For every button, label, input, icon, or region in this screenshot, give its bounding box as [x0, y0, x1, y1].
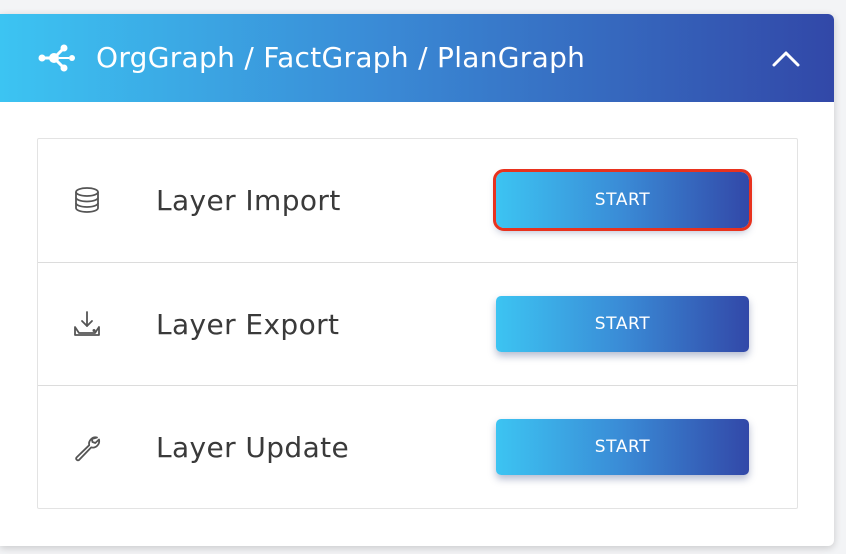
layer-import-label: Layer Import	[156, 184, 341, 217]
list-item-layer-export: Layer Export START	[38, 262, 797, 385]
layer-update-start-button[interactable]: START	[496, 419, 749, 475]
panel-title: OrgGraph / FactGraph / PlanGraph	[96, 41, 586, 74]
wrench-icon	[72, 432, 102, 462]
graph-nodes-icon	[36, 42, 76, 74]
layer-export-start-button[interactable]: START	[496, 296, 749, 352]
list-item-layer-import: Layer Import START	[38, 139, 797, 261]
download-tray-icon	[72, 309, 102, 339]
database-icon	[72, 185, 102, 215]
layer-import-start-button[interactable]: START	[493, 169, 752, 231]
chevron-up-icon[interactable]	[766, 44, 806, 74]
panel-header[interactable]: OrgGraph / FactGraph / PlanGraph	[0, 14, 834, 102]
list-item-layer-update: Layer Update START	[38, 385, 797, 508]
layer-export-label: Layer Export	[156, 308, 340, 341]
layer-update-label: Layer Update	[156, 431, 350, 464]
graph-panel: OrgGraph / FactGraph / PlanGraph Layer I…	[0, 14, 834, 546]
layer-actions-list: Layer Import START Layer Export START La…	[37, 138, 798, 509]
